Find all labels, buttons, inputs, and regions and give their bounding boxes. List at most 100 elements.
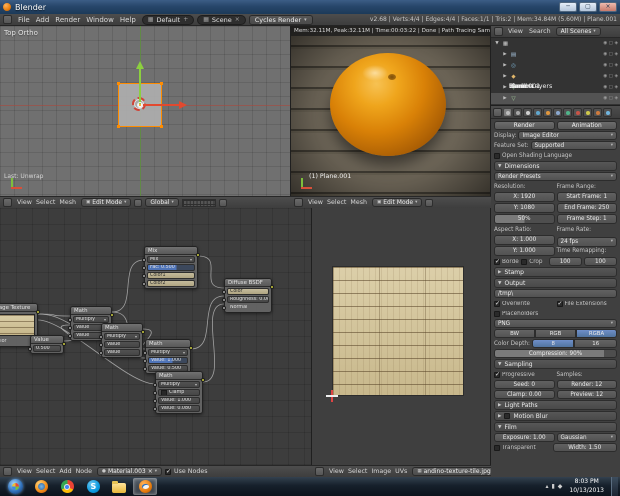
outliner-editor-icon[interactable]	[494, 27, 503, 36]
input-socket[interactable]	[68, 326, 72, 330]
expand-icon[interactable]: ▶	[498, 414, 501, 419]
expand-icon[interactable]: ▶	[502, 96, 508, 101]
expand-icon[interactable]: ▼	[498, 362, 501, 367]
exposure-field[interactable]: Exposure: 1.00	[494, 433, 555, 442]
file-format-dropdown[interactable]: PNG	[494, 319, 617, 328]
node-math[interactable]: MathMultiplyClampValue: 1.000Value: 0.08…	[155, 371, 203, 414]
menu-select[interactable]: Select	[346, 468, 369, 475]
start-frame-field[interactable]: Start Frame: 1	[557, 192, 618, 202]
animation-button[interactable]: Animation	[557, 121, 618, 130]
frame-step-field[interactable]: Frame Step: 1	[557, 214, 618, 224]
taskbar-firefox-button[interactable]	[29, 478, 53, 495]
resolution-y-field[interactable]: Y: 1080	[494, 203, 555, 213]
node-field-num[interactable]: Value	[104, 341, 140, 348]
panel-sampling[interactable]: ▼Sampling	[494, 359, 617, 369]
output-socket[interactable]	[189, 346, 193, 350]
menu-file[interactable]: File	[15, 16, 33, 24]
node-diffuse-bsdf[interactable]: Diffuse BSDFColorRoughness: 0.000Normal	[224, 278, 272, 313]
input-socket[interactable]	[153, 399, 157, 403]
menu-add[interactable]: Add	[33, 16, 53, 24]
transparent-checkbox[interactable]	[494, 445, 500, 451]
expand-icon[interactable]: ▶	[502, 74, 508, 79]
input-socket[interactable]	[99, 343, 103, 347]
texture-image[interactable]	[332, 266, 464, 396]
menu-add[interactable]: Add	[57, 468, 73, 475]
menu-node[interactable]: Node	[74, 468, 94, 475]
node-title[interactable]: Diffuse BSDF	[225, 279, 271, 287]
taskbar-clock[interactable]: 8:03 PM 10/13/2013	[565, 478, 608, 494]
input-socket[interactable]	[222, 298, 226, 302]
properties-editor[interactable]: Render Animation Display:Image Editor Fe…	[491, 106, 620, 477]
tab-render-icon[interactable]	[503, 108, 512, 117]
input-socket[interactable]	[143, 367, 147, 371]
node-field-num[interactable]: Roughness: 0.000	[227, 296, 269, 303]
samples-render-field[interactable]: Render: 12	[557, 380, 618, 389]
tab-render-layers-icon[interactable]	[513, 108, 522, 117]
close-button[interactable]: ×	[599, 2, 617, 12]
node-field-color[interactable]: Color1	[147, 272, 195, 279]
visibility-toggles[interactable]: ◉ ▢ ◈	[603, 85, 618, 90]
end-frame-field[interactable]: End Frame: 250	[557, 203, 618, 213]
vertex-dots[interactable]	[117, 82, 120, 85]
input-socket[interactable]	[142, 258, 146, 262]
rgb-button[interactable]: RGB	[535, 329, 576, 338]
render-button[interactable]: Render	[494, 121, 555, 130]
manipulator-x-arrow-icon[interactable]	[179, 101, 187, 109]
menu-image[interactable]: Image	[369, 468, 393, 475]
feature-set-dropdown[interactable]: Supported	[531, 141, 617, 150]
outliner-item-scene[interactable]: ▼▦Scene◉ ▢ ◈	[491, 38, 620, 49]
output-path-field[interactable]: /tmp\	[494, 289, 617, 298]
input-socket[interactable]	[68, 334, 72, 338]
layout-add-icon[interactable]: +	[183, 16, 188, 23]
panel-film[interactable]: ▼Film	[494, 422, 617, 432]
node-canvas[interactable]: Image TextureColorValue0.500MathMultiply…	[0, 208, 312, 465]
viewport-editor-icon[interactable]	[3, 198, 12, 207]
show-desktop-button[interactable]	[611, 477, 618, 496]
menu-view[interactable]: View	[15, 199, 34, 206]
menu-view[interactable]: View	[306, 199, 325, 206]
menu-select[interactable]: Select	[325, 199, 348, 206]
tab-object-data-icon[interactable]	[573, 108, 582, 117]
scene-browse-icon[interactable]: ▦	[203, 16, 209, 23]
placeholders-checkbox[interactable]	[494, 311, 500, 317]
input-socket[interactable]	[142, 266, 146, 270]
maximize-button[interactable]: ▢	[579, 2, 597, 12]
expand-icon[interactable]: ▼	[498, 281, 501, 286]
manipulator-center[interactable]	[137, 102, 143, 108]
render-view-editor-icon[interactable]	[294, 198, 303, 207]
menu-select[interactable]: Select	[34, 468, 57, 475]
overwrite-checkbox[interactable]	[494, 301, 500, 307]
node-field-num[interactable]: Value: 1.000	[158, 397, 200, 404]
input-socket[interactable]	[222, 290, 226, 294]
node-title[interactable]: Image Texture	[0, 304, 37, 312]
uv-editor-icon[interactable]	[315, 467, 324, 476]
minimize-button[interactable]: ─	[559, 2, 577, 12]
input-socket[interactable]	[153, 391, 157, 395]
output-socket[interactable]	[36, 310, 40, 314]
uv-canvas[interactable]	[312, 208, 491, 465]
layout-browse-icon[interactable]: ▦	[148, 16, 154, 23]
visibility-toggles[interactable]: ◉ ▢ ◈	[603, 96, 618, 101]
viewport-3d[interactable]: Top Ortho Last: Unwrap ViewSelectMesh ▣E…	[0, 26, 291, 208]
osl-checkbox[interactable]	[494, 153, 500, 159]
menu-search[interactable]: Search	[526, 28, 554, 35]
node-math[interactable]: MathMultiplyValueValue	[101, 323, 143, 358]
tray-network-icon[interactable]: ▮	[551, 483, 554, 490]
input-socket[interactable]	[143, 351, 147, 355]
rgba-button[interactable]: RGBA	[576, 329, 617, 338]
panel-dimensions[interactable]: ▼Dimensions	[494, 161, 617, 171]
material-unlink-icon[interactable]: ×	[148, 468, 153, 475]
input-socket[interactable]	[142, 282, 146, 286]
depth-16-button[interactable]: 16	[574, 339, 617, 348]
input-socket[interactable]	[99, 351, 103, 355]
tab-texture-icon[interactable]	[593, 108, 602, 117]
node-field-select[interactable]: Mix	[147, 256, 195, 263]
crop-checkbox[interactable]	[521, 259, 527, 265]
output-socket[interactable]	[62, 342, 66, 346]
panel-stamp[interactable]: ▶Stamp	[494, 267, 617, 277]
input-socket[interactable]	[153, 383, 157, 387]
manipulator-y[interactable]	[139, 68, 141, 104]
expand-icon[interactable]: ▶	[502, 52, 508, 57]
info-editor-icon[interactable]	[3, 15, 12, 24]
layers-widget[interactable]	[182, 199, 216, 207]
